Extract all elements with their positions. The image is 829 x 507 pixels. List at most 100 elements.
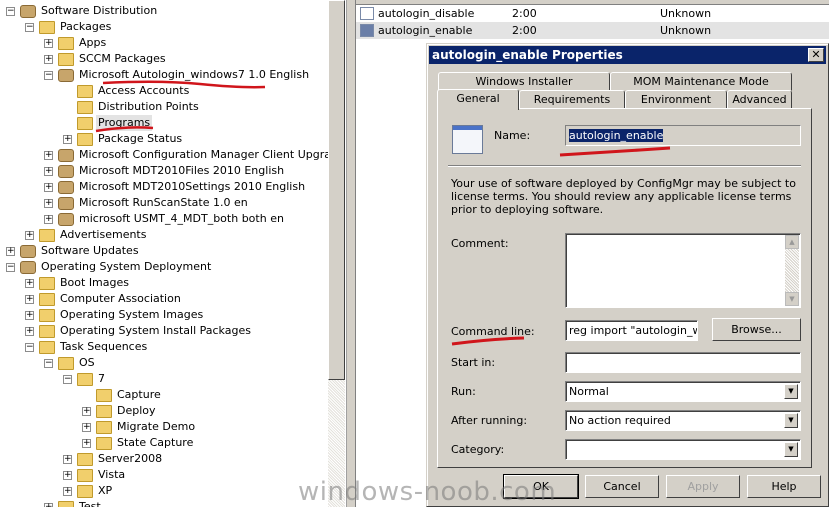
collapse-icon[interactable]: −: [6, 263, 15, 272]
expand-icon[interactable]: +: [25, 231, 34, 240]
expand-icon[interactable]: +: [25, 327, 34, 336]
tree-node[interactable]: Capture: [0, 387, 330, 403]
expand-icon[interactable]: +: [44, 503, 53, 507]
program-icon: [452, 125, 483, 154]
expand-icon[interactable]: +: [63, 455, 72, 464]
expand-icon[interactable]: +: [44, 55, 53, 64]
comment-scrollbar[interactable]: ▲ ▼: [785, 235, 799, 306]
run-select[interactable]: Normal ▼: [565, 381, 801, 402]
tree-node[interactable]: + Operating System Images: [0, 307, 330, 323]
tab-mom-maintenance-mode[interactable]: MOM Maintenance Mode: [610, 72, 792, 91]
expand-icon[interactable]: +: [44, 215, 53, 224]
category-select[interactable]: ▼: [565, 439, 801, 460]
folder-icon: [39, 309, 55, 322]
expand-icon[interactable]: +: [25, 279, 34, 288]
chevron-down-icon[interactable]: ▼: [784, 384, 798, 399]
close-button[interactable]: ✕: [808, 48, 824, 62]
cancel-button[interactable]: Cancel: [585, 475, 659, 498]
tree-node[interactable]: − Task Sequences: [0, 339, 330, 355]
collapse-icon[interactable]: −: [44, 359, 53, 368]
tree-node[interactable]: + microsoft USMT_4_MDT_both both en: [0, 211, 330, 227]
help-button[interactable]: Help: [747, 475, 821, 498]
expand-icon[interactable]: +: [82, 439, 91, 448]
ok-button[interactable]: OK: [503, 474, 579, 499]
expand-icon[interactable]: +: [63, 471, 72, 480]
collapse-icon[interactable]: −: [6, 7, 15, 16]
tree-node[interactable]: + XP: [0, 483, 330, 499]
chevron-down-icon[interactable]: ▼: [784, 413, 798, 428]
tree-node-label: XP: [98, 484, 113, 497]
list-item[interactable]: autologin_enable 2:00 Unknown: [356, 22, 829, 39]
tree-node[interactable]: + Test: [0, 499, 330, 507]
list-item[interactable]: autologin_disable 2:00 Unknown: [356, 5, 829, 22]
tree-node[interactable]: + Computer Association: [0, 291, 330, 307]
scroll-down-icon[interactable]: ▼: [785, 292, 799, 306]
chevron-down-icon[interactable]: ▼: [784, 442, 798, 457]
expand-icon[interactable]: +: [63, 487, 72, 496]
tab-environment[interactable]: Environment: [625, 90, 727, 109]
tree-node[interactable]: + Deploy: [0, 403, 330, 419]
tree-node[interactable]: + Microsoft MDT2010Settings 2010 English: [0, 179, 330, 195]
after-running-select[interactable]: No action required ▼: [565, 410, 801, 431]
tree-node[interactable]: + Microsoft Configuration Manager Client …: [0, 147, 346, 163]
expand-icon[interactable]: +: [25, 295, 34, 304]
tree-node[interactable]: + Microsoft MDT2010Files 2010 English: [0, 163, 330, 179]
expand-icon[interactable]: +: [82, 423, 91, 432]
browse-button[interactable]: Browse...: [712, 318, 801, 341]
comment-textarea[interactable]: ▲ ▼: [565, 233, 801, 308]
tree-node[interactable]: + Server2008: [0, 451, 330, 467]
run-time: 2:00: [512, 7, 537, 20]
tree-node[interactable]: + Operating System Install Packages: [0, 323, 330, 339]
tree-node[interactable]: −7: [0, 371, 330, 387]
tree-node[interactable]: + Apps: [0, 35, 330, 51]
expand-icon[interactable]: +: [44, 183, 53, 192]
name-field[interactable]: autologin_enable: [565, 125, 801, 146]
collapse-icon[interactable]: −: [25, 343, 34, 352]
expand-icon[interactable]: +: [44, 39, 53, 48]
expand-icon[interactable]: +: [82, 407, 91, 416]
apply-button[interactable]: Apply: [666, 475, 740, 498]
scroll-up-icon[interactable]: ▲: [785, 235, 799, 249]
tree-node[interactable]: + Software Updates: [0, 243, 330, 259]
pane-splitter[interactable]: [346, 0, 356, 507]
collapse-icon[interactable]: −: [63, 375, 72, 384]
collapse-icon[interactable]: −: [44, 71, 53, 80]
tree-vertical-scrollbar[interactable]: [328, 0, 345, 507]
folder-icon: [77, 101, 93, 114]
expand-icon[interactable]: +: [44, 151, 53, 160]
tree-node[interactable]: Access Accounts: [0, 83, 330, 99]
tab-requirements[interactable]: Requirements: [519, 90, 625, 109]
collapse-icon[interactable]: −: [25, 23, 34, 32]
expand-icon[interactable]: +: [6, 247, 15, 256]
tab-general[interactable]: General: [437, 89, 519, 110]
scrollbar-thumb[interactable]: [328, 0, 345, 380]
tree-node[interactable]: + Microsoft RunScanState 1.0 en: [0, 195, 330, 211]
tree-node[interactable]: − Microsoft Autologin_windows7 1.0 Englis…: [0, 67, 330, 83]
tree-node[interactable]: + Advertisements: [0, 227, 330, 243]
tree-node[interactable]: + Boot Images: [0, 275, 330, 291]
folder-icon: [77, 373, 93, 386]
tree-node[interactable]: + Migrate Demo: [0, 419, 330, 435]
dialog-title-bar[interactable]: autologin_enable Properties ✕: [429, 46, 826, 64]
tree-node[interactable]: + Vista: [0, 467, 330, 483]
tree-node[interactable]: − Operating System Deployment: [0, 259, 330, 275]
tab-advanced[interactable]: Advanced: [727, 90, 792, 109]
expand-icon[interactable]: +: [25, 311, 34, 320]
tree-node[interactable]: + State Capture: [0, 435, 330, 451]
tree-node[interactable]: − Software Distribution: [0, 3, 330, 19]
tree-node[interactable]: − Packages: [0, 19, 330, 35]
tree-node[interactable]: Programs: [0, 115, 330, 131]
expand-icon[interactable]: +: [44, 199, 53, 208]
expand-icon[interactable]: +: [63, 135, 72, 144]
run-label: Run:: [451, 385, 476, 398]
folder-icon: [96, 437, 112, 450]
folder-icon: [58, 53, 74, 66]
command-line-input[interactable]: reg import "autologin_wind: [565, 320, 698, 341]
tree-node[interactable]: + Package Status: [0, 131, 330, 147]
tree-node[interactable]: + SCCM Packages: [0, 51, 330, 67]
start-in-input[interactable]: [565, 352, 801, 373]
package-icon: [58, 149, 74, 162]
tree-node[interactable]: − OS: [0, 355, 330, 371]
expand-icon[interactable]: +: [44, 167, 53, 176]
tree-node[interactable]: Distribution Points: [0, 99, 330, 115]
